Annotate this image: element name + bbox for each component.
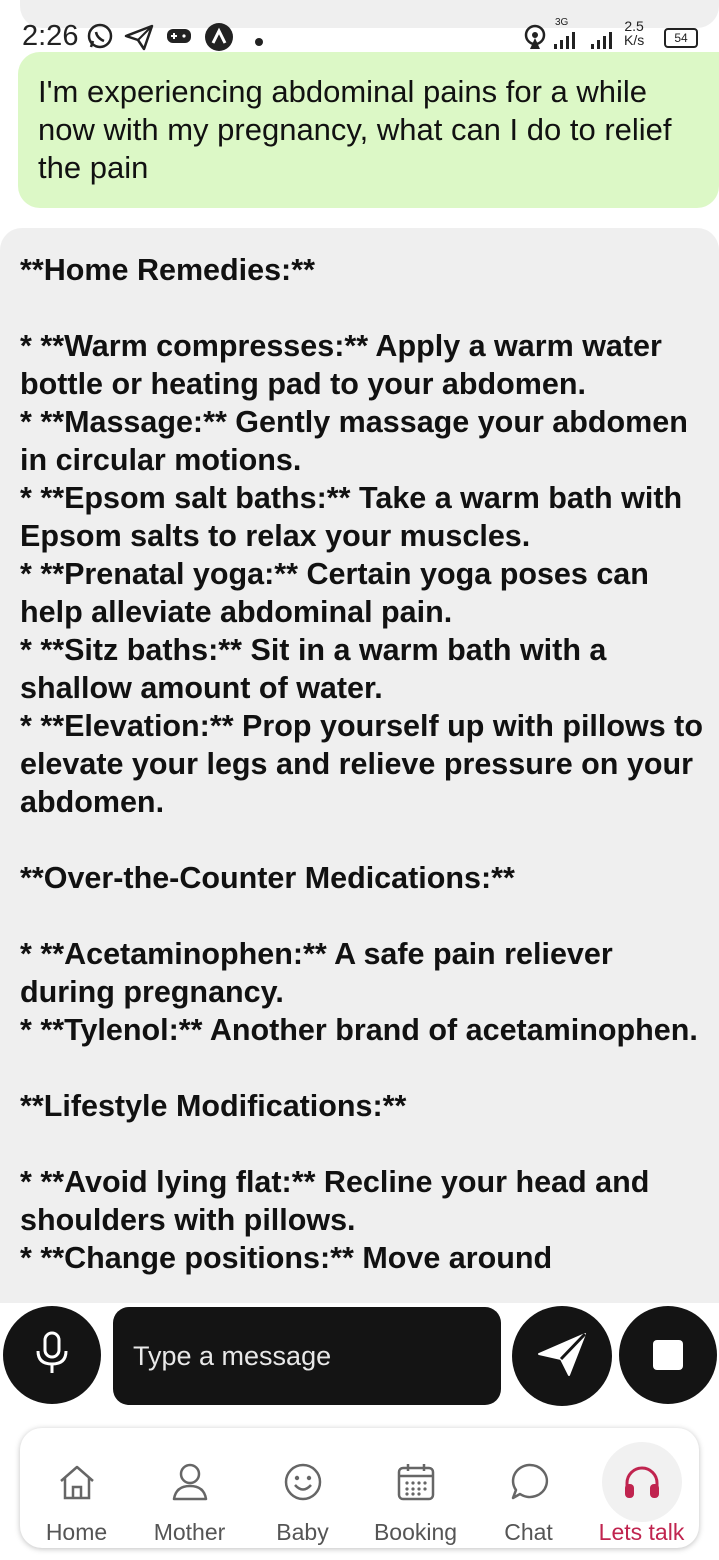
send-button[interactable]: [512, 1306, 612, 1406]
stop-icon: [653, 1340, 683, 1370]
mic-button[interactable]: [3, 1306, 101, 1404]
network-type: 3G: [555, 17, 569, 28]
signal-icon: [553, 30, 579, 54]
signal-icon: [590, 30, 616, 54]
nav-item-home[interactable]: Home: [20, 1428, 133, 1548]
home-icon: [37, 1442, 117, 1522]
smiley-icon: [263, 1442, 343, 1522]
nav-item-booking[interactable]: Booking: [359, 1428, 472, 1548]
app-a-icon: [204, 22, 234, 56]
game-controller-icon: [166, 27, 192, 49]
hotspot-icon: [522, 24, 548, 54]
nav-item-lets-talk[interactable]: Lets talk: [585, 1428, 698, 1548]
person-icon: [150, 1442, 230, 1522]
net-speed: 2.5 K/s: [624, 19, 644, 47]
headphones-icon: [601, 1442, 682, 1522]
net-speed-unit: K/s: [624, 32, 645, 48]
nav-item-chat[interactable]: Chat: [472, 1428, 585, 1548]
message-input[interactable]: [113, 1307, 501, 1405]
bot-message-text: **Home Remedies:** * **Warm compresses:*…: [20, 253, 703, 1275]
battery-level: 54: [664, 28, 698, 48]
chat-bubble-icon: [489, 1442, 569, 1522]
telegram-icon: [124, 23, 154, 55]
stop-button[interactable]: [619, 1306, 717, 1404]
send-icon: [536, 1330, 588, 1382]
nav-item-baby[interactable]: Baby: [246, 1428, 359, 1548]
microphone-icon: [32, 1331, 72, 1379]
dot-icon: [254, 32, 264, 51]
status-time: 2:26: [22, 20, 79, 52]
bottom-nav: Home Mother Baby Booking Chat Lets talk: [20, 1428, 699, 1548]
battery-icon: 54: [664, 27, 698, 48]
whatsapp-icon: [86, 23, 114, 55]
nav-label-lets-talk: Lets talk: [598, 1519, 685, 1545]
nav-item-mother[interactable]: Mother: [133, 1428, 246, 1548]
calendar-icon: [376, 1442, 456, 1522]
user-message-text: I'm experiencing abdominal pains for a w…: [38, 74, 672, 185]
